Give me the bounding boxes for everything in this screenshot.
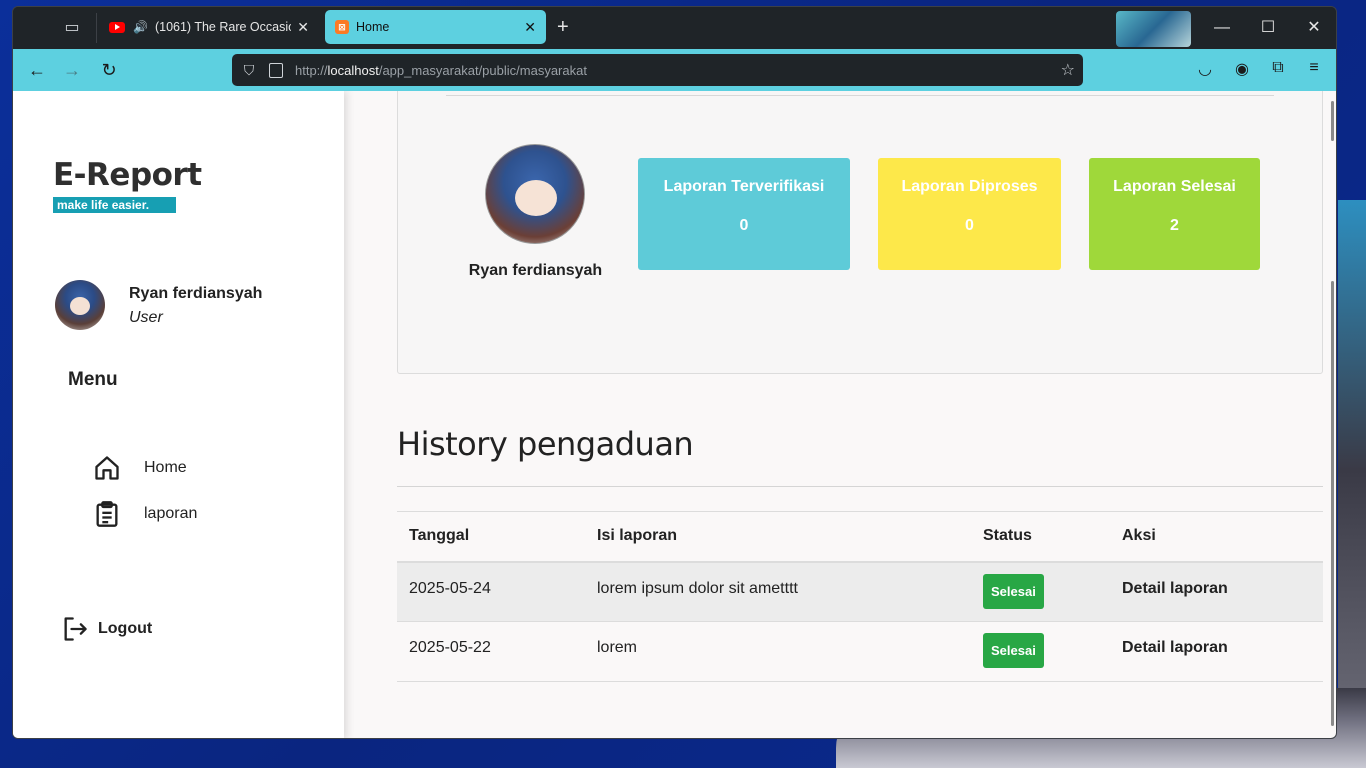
sidebar-item-label: Home bbox=[144, 459, 187, 476]
url-text[interactable]: http://localhost/app_masyarakat/public/m… bbox=[295, 63, 1061, 78]
close-tab-icon[interactable]: ✕ bbox=[297, 19, 309, 36]
tab-youtube[interactable]: 🔊 (1061) The Rare Occasions ✕ bbox=[99, 10, 319, 44]
maximize-button[interactable]: ☐ bbox=[1245, 13, 1291, 43]
navigation-toolbar: ← → ↻ ⛉ http://localhost/app_masyarakat/… bbox=[13, 49, 1336, 91]
new-tab-button[interactable]: + bbox=[557, 15, 569, 39]
url-host: localhost bbox=[327, 62, 379, 78]
scrollbar-thumb-top[interactable] bbox=[1331, 101, 1334, 141]
close-tab-icon[interactable]: ✕ bbox=[524, 19, 536, 36]
stat-label: Laporan Selesai bbox=[1113, 178, 1236, 195]
minimize-button[interactable]: — bbox=[1199, 13, 1245, 43]
page-icon bbox=[269, 62, 283, 78]
row-content: lorem bbox=[585, 621, 971, 682]
home-icon bbox=[95, 456, 119, 480]
scrollbar[interactable] bbox=[1328, 91, 1336, 738]
browser-window: ▭ 🔊 (1061) The Rare Occasions ✕ ⊠ Home ✕… bbox=[12, 6, 1337, 739]
browser-theme-art bbox=[1116, 11, 1191, 47]
back-button[interactable]: ← bbox=[24, 57, 50, 83]
stat-label: Laporan Diproses bbox=[901, 178, 1038, 195]
logout-icon bbox=[64, 617, 87, 641]
stat-processed: Laporan Diproses 0 bbox=[878, 158, 1061, 270]
row-date: 2025-05-22 bbox=[397, 621, 585, 682]
page-title: History pengaduan bbox=[397, 425, 694, 463]
url-path: /app_masyarakat/public/masyarakat bbox=[378, 62, 587, 78]
close-window-button[interactable]: ✕ bbox=[1291, 13, 1336, 43]
stat-completed: Laporan Selesai 2 bbox=[1089, 158, 1260, 270]
logout-button[interactable]: Logout bbox=[61, 615, 152, 643]
web-page: E-Report make life easier. Ryan ferdians… bbox=[13, 91, 1336, 738]
speaker-icon[interactable]: 🔊 bbox=[133, 20, 148, 34]
menu-icon[interactable]: ≡ bbox=[1303, 59, 1325, 77]
scrollbar-thumb[interactable] bbox=[1331, 281, 1334, 726]
stat-verified: Laporan Terverifikasi 0 bbox=[638, 158, 850, 270]
tab-home[interactable]: ⊠ Home ✕ bbox=[325, 10, 546, 44]
table-header-row: Tanggal Isi laporan Status Aksi bbox=[397, 511, 1323, 563]
stat-label: Laporan Terverifikasi bbox=[663, 178, 825, 195]
profile-name: Ryan ferdiansyah bbox=[468, 262, 603, 279]
stat-value: 0 bbox=[739, 217, 749, 234]
row-action-cell: Detail laporan bbox=[1110, 561, 1323, 622]
history-table: Tanggal Isi laporan Status Aksi 2025-05-… bbox=[397, 511, 1323, 682]
sidebar-item-label: laporan bbox=[144, 505, 198, 522]
detail-link[interactable]: Detail laporan bbox=[1122, 639, 1228, 656]
extensions-icon[interactable]: ⧉ bbox=[1267, 59, 1289, 77]
row-date: 2025-05-24 bbox=[397, 561, 585, 622]
divider bbox=[446, 95, 1274, 96]
forward-button[interactable]: → bbox=[59, 57, 85, 83]
sidebar-item-laporan[interactable]: laporan bbox=[93, 500, 197, 528]
user-name: Ryan ferdiansyah bbox=[129, 285, 263, 302]
tab-title: (1061) The Rare Occasions bbox=[154, 20, 291, 34]
column-header: Status bbox=[971, 511, 1110, 563]
account-icon[interactable]: ◉ bbox=[1231, 59, 1253, 79]
tab-bar: ▭ 🔊 (1061) The Rare Occasions ✕ ⊠ Home ✕… bbox=[13, 7, 1336, 49]
sidebar-item-home[interactable]: Home bbox=[93, 454, 187, 482]
address-bar[interactable]: ⛉ http://localhost/app_masyarakat/public… bbox=[232, 54, 1083, 86]
column-header: Tanggal bbox=[397, 511, 585, 563]
status-badge: Selesai bbox=[983, 633, 1044, 668]
bookmark-star-icon[interactable]: ☆ bbox=[1061, 60, 1075, 80]
tab-manager-icon[interactable]: ▭ bbox=[59, 15, 85, 41]
brand-title: E-Report bbox=[53, 157, 202, 193]
reload-button[interactable]: ↻ bbox=[96, 57, 122, 83]
row-status-cell: Selesai bbox=[971, 561, 1110, 622]
detail-link[interactable]: Detail laporan bbox=[1122, 580, 1228, 597]
row-action-cell: Detail laporan bbox=[1110, 621, 1323, 682]
brand-tagline: make life easier. bbox=[53, 197, 176, 213]
tab-title: Home bbox=[356, 20, 390, 34]
avatar bbox=[485, 144, 585, 244]
shield-icon[interactable]: ⛉ bbox=[241, 62, 257, 79]
sidebar: E-Report make life easier. Ryan ferdians… bbox=[13, 91, 344, 738]
row-content: lorem ipsum dolor sit ametttt bbox=[585, 561, 971, 622]
clipboard-icon bbox=[96, 501, 118, 527]
stat-value: 2 bbox=[1170, 217, 1179, 234]
row-status-cell: Selesai bbox=[971, 621, 1110, 682]
logout-label: Logout bbox=[98, 620, 153, 637]
table-row: 2025-05-22 lorem Selesai Detail laporan bbox=[397, 621, 1323, 682]
user-role: User bbox=[129, 309, 163, 326]
stat-value: 0 bbox=[965, 217, 974, 234]
column-header: Isi laporan bbox=[585, 511, 971, 563]
status-badge: Selesai bbox=[983, 573, 1044, 609]
tab-separator bbox=[96, 13, 97, 43]
menu-heading: Menu bbox=[68, 369, 118, 390]
wallpaper-art bbox=[1338, 200, 1366, 740]
column-header: Aksi bbox=[1110, 511, 1323, 563]
profile-card: Ryan ferdiansyah Laporan Terverifikasi 0… bbox=[397, 91, 1323, 374]
xampp-icon: ⊠ bbox=[335, 20, 349, 34]
table-row: 2025-05-24 lorem ipsum dolor sit ametttt… bbox=[397, 561, 1323, 622]
divider bbox=[397, 486, 1323, 487]
pocket-icon[interactable]: ◡ bbox=[1194, 59, 1216, 79]
url-prefix: http:// bbox=[295, 62, 328, 78]
avatar bbox=[55, 280, 105, 330]
youtube-icon bbox=[109, 21, 125, 33]
